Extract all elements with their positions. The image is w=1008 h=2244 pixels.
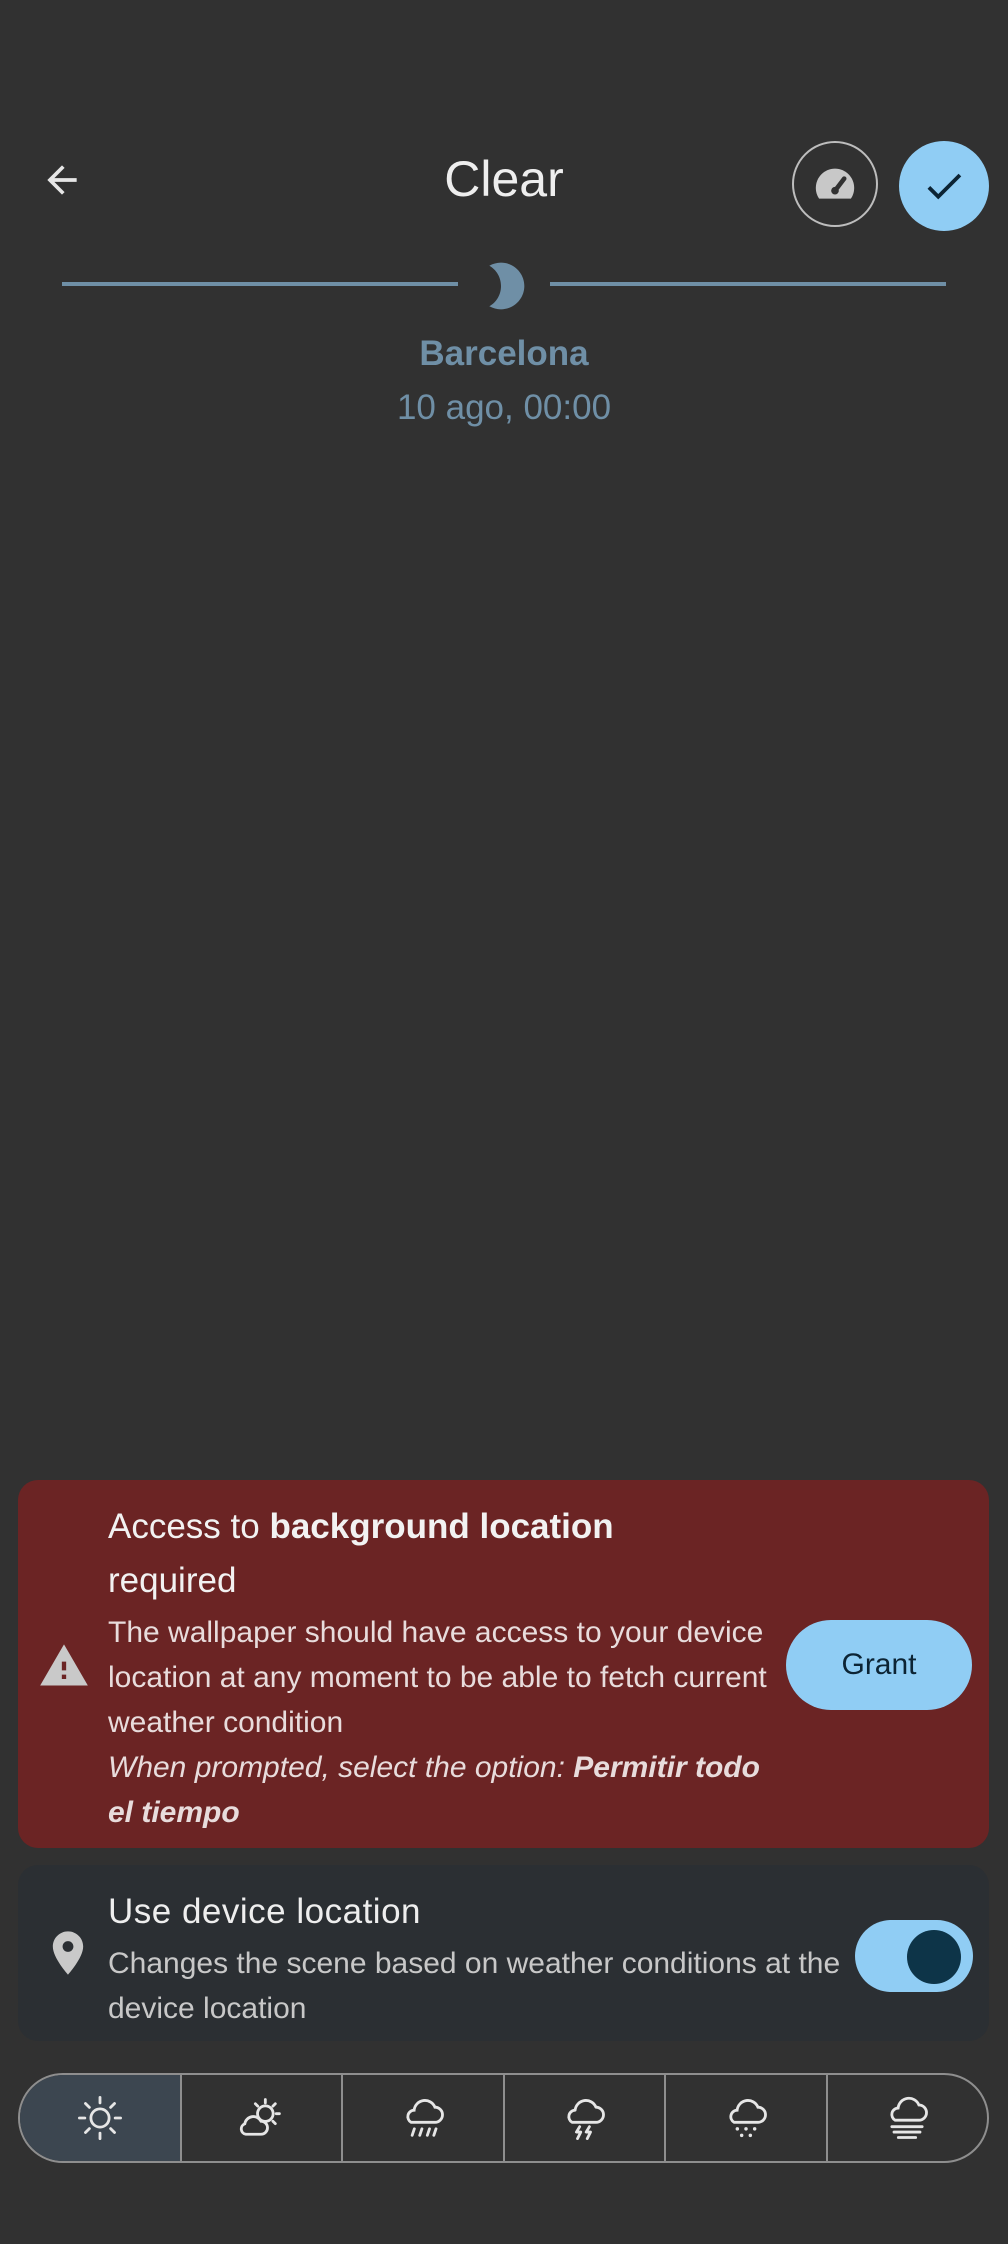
warning-icon bbox=[38, 1640, 90, 1692]
speedometer-icon bbox=[812, 161, 858, 207]
background-location-warning-card: Access to background location required Th… bbox=[18, 1480, 989, 1848]
toggle-knob bbox=[907, 1930, 961, 1984]
weather-option-snow[interactable] bbox=[666, 2075, 828, 2161]
fog-icon bbox=[881, 2092, 933, 2144]
weather-option-sunny[interactable] bbox=[20, 2075, 182, 2161]
warning-note: When prompted, select the option: Permit… bbox=[108, 1745, 768, 1835]
grant-button[interactable]: Grant bbox=[786, 1620, 972, 1710]
weather-option-partly-cloudy[interactable] bbox=[182, 2075, 343, 2161]
weather-condition-selector bbox=[18, 2073, 989, 2163]
confirm-button[interactable] bbox=[899, 141, 989, 231]
warning-title: Access to background location required bbox=[108, 1500, 768, 1608]
thunderstorm-icon bbox=[558, 2092, 610, 2144]
device-location-title: Use device location bbox=[108, 1892, 421, 1931]
warning-body: The wallpaper should have access to your… bbox=[108, 1616, 767, 1739]
sun-icon bbox=[74, 2092, 126, 2144]
timeline-track-left bbox=[62, 282, 458, 286]
moon-icon[interactable] bbox=[480, 258, 536, 314]
timeline-track-right bbox=[550, 282, 946, 286]
device-location-description: Changes the scene based on weather condi… bbox=[108, 1947, 841, 2025]
top-app-bar: Clear bbox=[0, 0, 1008, 260]
weather-option-rain[interactable] bbox=[343, 2075, 505, 2161]
time-of-day-slider[interactable] bbox=[62, 252, 946, 312]
location-datetime: 10 ago, 00:00 bbox=[396, 388, 612, 427]
location-name: Barcelona bbox=[419, 334, 589, 373]
speedometer-button[interactable] bbox=[792, 141, 878, 227]
warning-title-suffix: required bbox=[108, 1561, 237, 1600]
warning-title-bold: background location bbox=[269, 1507, 614, 1546]
partly-cloudy-icon bbox=[235, 2092, 287, 2144]
device-location-text: Use device location Changes the scene ba… bbox=[108, 1887, 848, 2031]
rain-icon bbox=[397, 2092, 449, 2144]
snow-icon bbox=[720, 2092, 772, 2144]
location-pin-icon bbox=[42, 1927, 94, 1979]
weather-option-fog[interactable] bbox=[828, 2075, 988, 2161]
warning-title-prefix: Access to bbox=[108, 1507, 270, 1546]
warning-text: Access to background location required Th… bbox=[108, 1500, 768, 1835]
warning-note-prefix: When prompted, select the option: bbox=[108, 1751, 574, 1784]
device-location-toggle[interactable] bbox=[855, 1920, 973, 1992]
check-icon bbox=[921, 163, 967, 209]
weather-option-thunderstorm[interactable] bbox=[505, 2075, 666, 2161]
device-location-setting[interactable]: Use device location Changes the scene ba… bbox=[18, 1865, 989, 2041]
